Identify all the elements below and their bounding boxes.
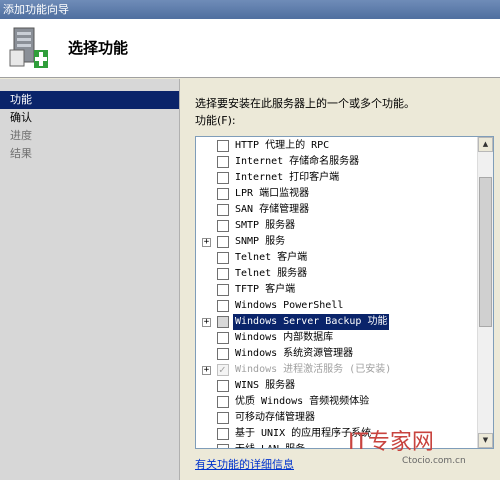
feature-checkbox[interactable] bbox=[217, 156, 229, 168]
feature-label: Internet 存储命名服务器 bbox=[235, 156, 360, 167]
feature-label: 可移动存储管理器 bbox=[235, 412, 315, 423]
feature-label: Telnet 服务器 bbox=[235, 268, 308, 279]
features-rows: HTTP 代理上的 RPC Internet 存储命名服务器 Internet 打印… bbox=[196, 138, 479, 448]
nav-step-confirm[interactable]: 确认 bbox=[0, 109, 179, 127]
scroll-thumb[interactable] bbox=[479, 177, 492, 327]
feature-label: WINS 服务器 bbox=[235, 380, 296, 391]
feature-row: + ✓ Windows 进程激活服务 (已安装) bbox=[196, 362, 479, 378]
feature-label: LPR 端口监视器 bbox=[235, 188, 310, 199]
feature-row[interactable]: SAN 存储管理器 bbox=[196, 202, 479, 218]
expand-icon[interactable]: + bbox=[202, 238, 211, 247]
feature-label: Windows 内部数据库 bbox=[235, 332, 334, 343]
feature-row[interactable]: HTTP 代理上的 RPC bbox=[196, 138, 479, 154]
feature-help-link[interactable]: 有关功能的详细信息 bbox=[195, 456, 294, 472]
window-titlebar: 添加功能向导 bbox=[0, 0, 500, 19]
feature-label: 优质 Windows 音频视频体验 bbox=[235, 396, 370, 407]
nav-step-progress: 进度 bbox=[10, 129, 32, 142]
feature-label: Windows 系统资源管理器 bbox=[235, 348, 354, 359]
feature-label: Windows 进程激活服务 (已安装) bbox=[235, 364, 392, 375]
feature-row[interactable]: 优质 Windows 音频视频体验 bbox=[196, 394, 479, 410]
feature-checkbox: ✓ bbox=[217, 363, 229, 376]
feature-row[interactable]: Internet 打印客户端 bbox=[196, 170, 479, 186]
intro-text: 选择要安装在此服务器上的一个或多个功能。 bbox=[195, 97, 415, 110]
feature-checkbox[interactable] bbox=[217, 316, 229, 328]
feature-label: Windows Server Backup 功能 bbox=[233, 314, 390, 330]
features-scrollbar[interactable]: ▲ ▼ bbox=[477, 137, 493, 448]
feature-row[interactable]: Telnet 客户端 bbox=[196, 250, 479, 266]
feature-label: 无线 LAN 服务 bbox=[233, 442, 307, 448]
feature-row[interactable]: WINS 服务器 bbox=[196, 378, 479, 394]
wizard-steps-nav: 功能 确认 进度 结果 bbox=[0, 79, 180, 480]
nav-step-results: 结果 bbox=[10, 147, 32, 160]
feature-row[interactable]: Windows PowerShell bbox=[196, 298, 479, 314]
feature-checkbox[interactable] bbox=[217, 172, 229, 184]
feature-row[interactable]: + Windows Server Backup 功能 bbox=[196, 314, 479, 330]
watermark-subtext: Ctocio.com.cn bbox=[402, 456, 466, 466]
feature-label: SAN 存储管理器 bbox=[235, 204, 310, 215]
features-list-label: 功能(F): bbox=[195, 114, 236, 127]
feature-row[interactable]: Windows 内部数据库 bbox=[196, 330, 479, 346]
feature-label: Internet 打印客户端 bbox=[235, 172, 340, 183]
feature-checkbox[interactable] bbox=[217, 140, 229, 152]
feature-label: SNMP 服务 bbox=[235, 236, 286, 247]
feature-label: TFTP 客户端 bbox=[235, 284, 296, 295]
feature-checkbox[interactable] bbox=[217, 332, 229, 344]
checkmark-icon: ✓ bbox=[219, 363, 226, 376]
feature-checkbox[interactable] bbox=[217, 348, 229, 360]
expand-icon[interactable]: + bbox=[202, 318, 211, 327]
feature-checkbox[interactable] bbox=[217, 220, 229, 232]
feature-row[interactable]: Telnet 服务器 bbox=[196, 266, 479, 282]
watermark-logo: IT专家网 Ctocio.com.cn bbox=[330, 418, 495, 476]
expand-icon[interactable]: + bbox=[202, 366, 211, 375]
feature-checkbox[interactable] bbox=[217, 268, 229, 280]
feature-checkbox[interactable] bbox=[217, 252, 229, 264]
feature-label: Telnet 客户端 bbox=[235, 252, 308, 263]
wizard-header: 选择功能 bbox=[0, 19, 500, 78]
feature-row[interactable]: + SNMP 服务 bbox=[196, 234, 479, 250]
scroll-up-button[interactable]: ▲ bbox=[478, 137, 493, 152]
feature-checkbox[interactable] bbox=[217, 428, 229, 440]
feature-row[interactable]: TFTP 客户端 bbox=[196, 282, 479, 298]
feature-checkbox[interactable] bbox=[217, 412, 229, 424]
feature-checkbox[interactable] bbox=[217, 188, 229, 200]
nav-step-features[interactable]: 功能 bbox=[0, 91, 179, 109]
feature-row[interactable]: Windows 系统资源管理器 bbox=[196, 346, 479, 362]
feature-label: HTTP 代理上的 RPC bbox=[235, 140, 330, 151]
feature-checkbox[interactable] bbox=[217, 396, 229, 408]
features-list[interactable]: HTTP 代理上的 RPC Internet 存储命名服务器 Internet 打印… bbox=[195, 136, 494, 449]
server-add-icon bbox=[9, 27, 48, 68]
feature-checkbox[interactable] bbox=[217, 380, 229, 392]
page-title: 选择功能 bbox=[68, 39, 129, 57]
feature-checkbox[interactable] bbox=[217, 444, 229, 448]
window-title: 添加功能向导 bbox=[3, 3, 69, 16]
feature-label: Windows PowerShell bbox=[235, 300, 344, 311]
feature-checkbox[interactable] bbox=[217, 300, 229, 312]
feature-label: SMTP 服务器 bbox=[235, 220, 296, 231]
feature-row[interactable]: Internet 存储命名服务器 bbox=[196, 154, 479, 170]
feature-checkbox[interactable] bbox=[217, 204, 229, 216]
feature-checkbox[interactable] bbox=[217, 236, 229, 248]
watermark-text: IT专家网 bbox=[348, 430, 434, 455]
feature-row[interactable]: LPR 端口监视器 bbox=[196, 186, 479, 202]
feature-row[interactable]: SMTP 服务器 bbox=[196, 218, 479, 234]
feature-checkbox[interactable] bbox=[217, 284, 229, 296]
